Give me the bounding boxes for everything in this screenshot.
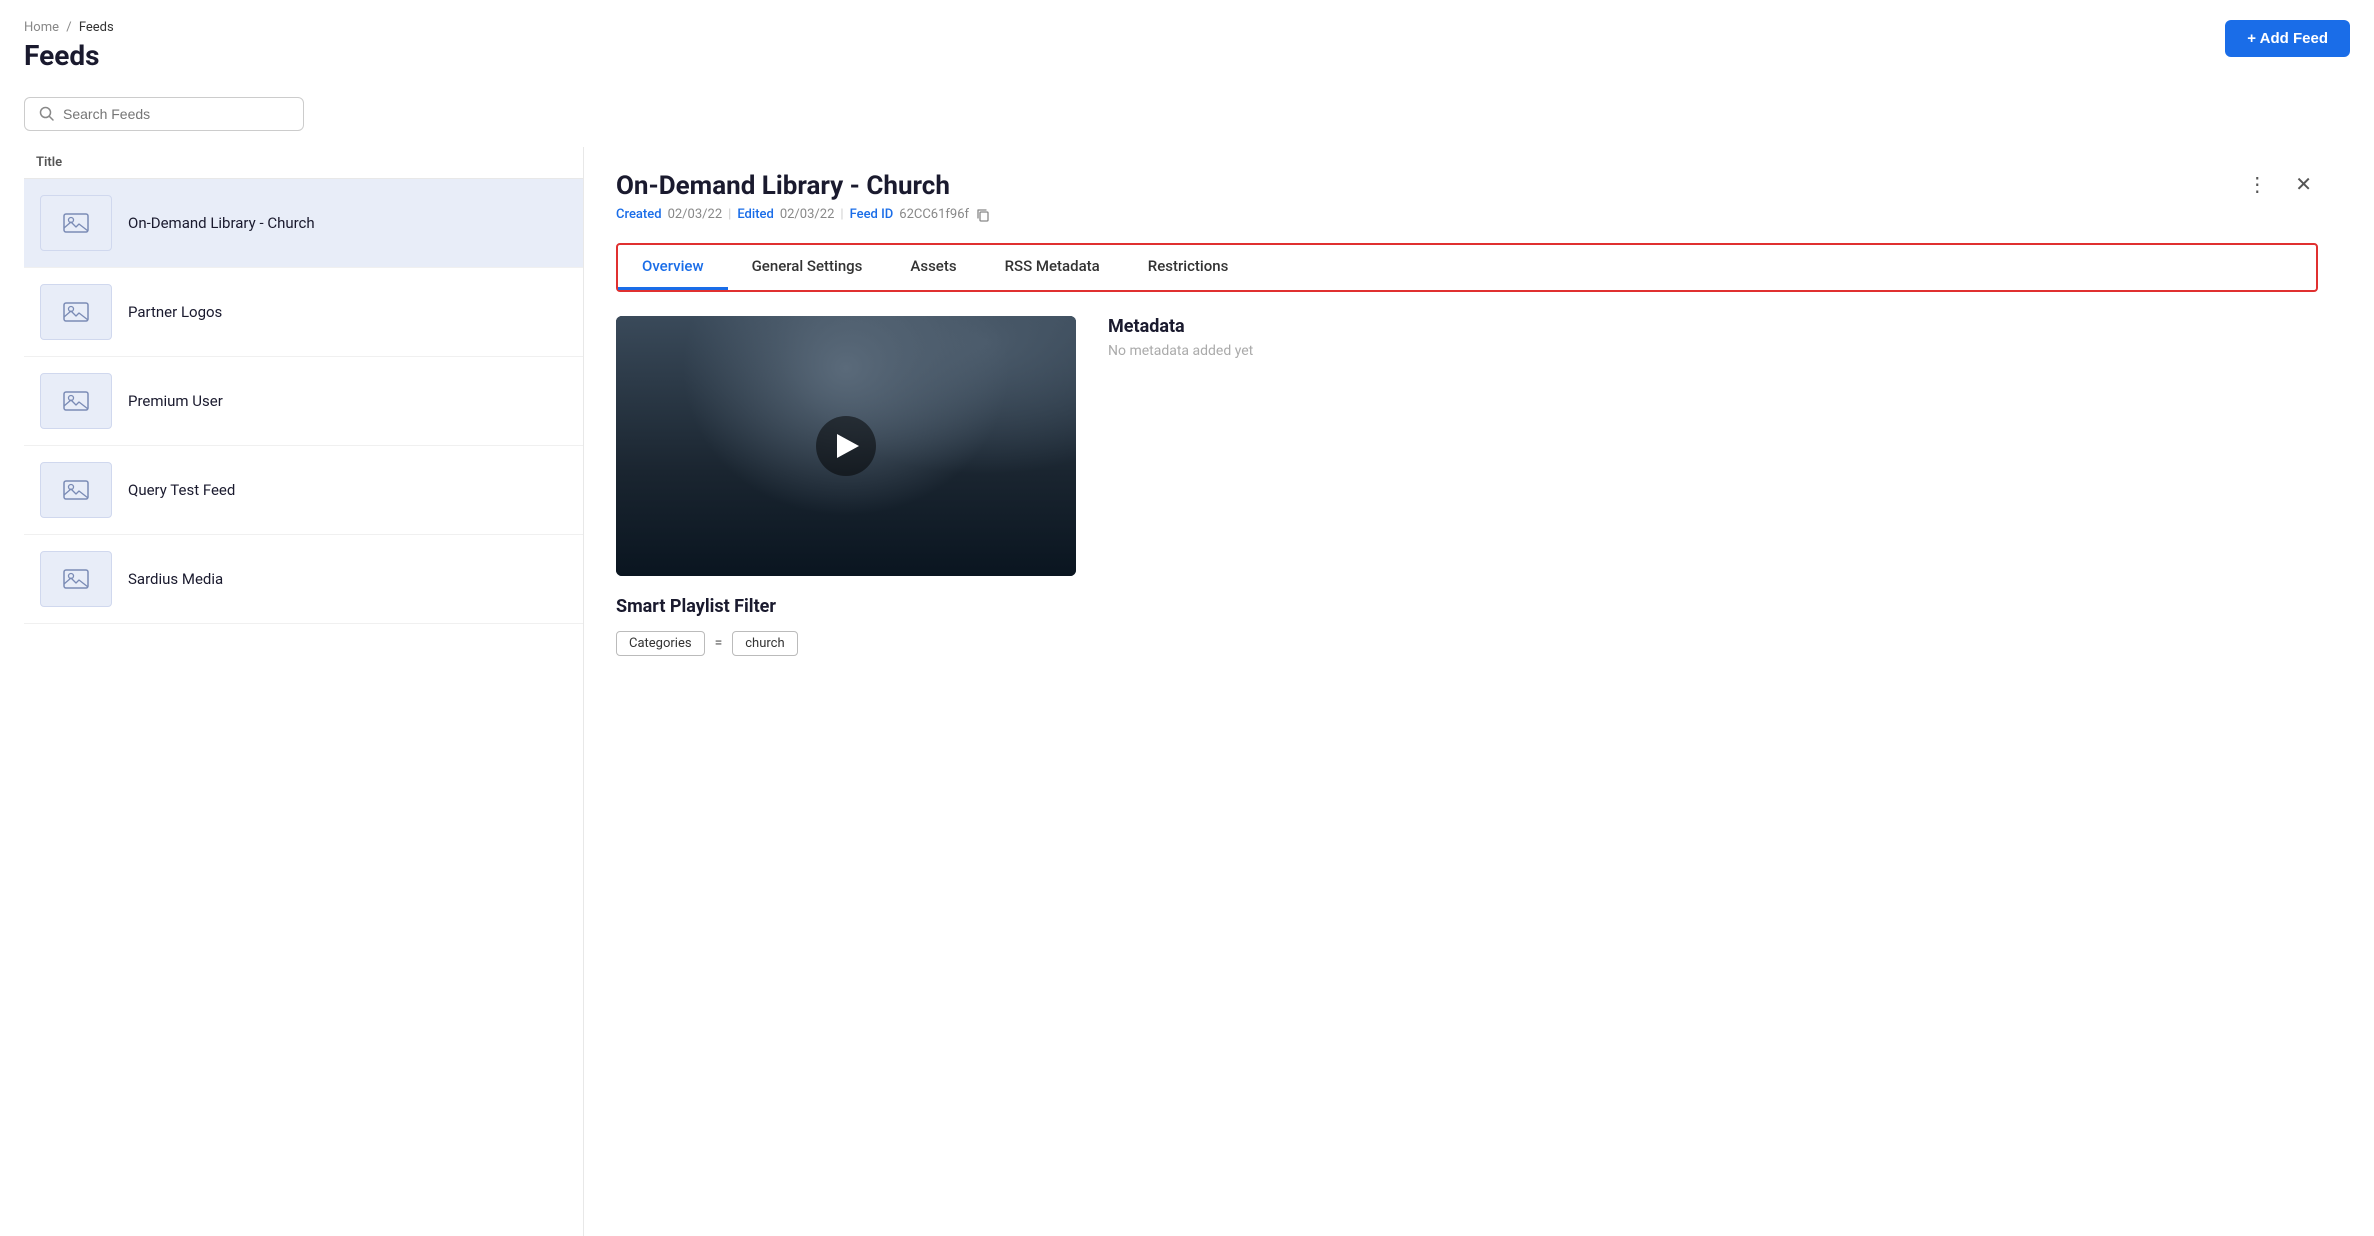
breadcrumb: Home / Feeds [24,20,114,35]
search-section [24,97,2350,131]
feed-list-item[interactable]: Sardius Media [24,535,583,624]
feed-thumbnail [40,462,112,518]
detail-header: On-Demand Library - Church ⋮ ✕ [616,171,2318,201]
detail-meta: Created 02/03/22 | Edited 02/03/22 | Fee… [616,207,2318,223]
feed-list-item[interactable]: Query Test Feed [24,446,583,535]
feed-list-item[interactable]: Premium User [24,357,583,446]
tab-rss-metadata[interactable]: RSS Metadata [981,245,1124,290]
page-title: Feeds [24,39,114,73]
detail-actions: ⋮ ✕ [2241,171,2318,199]
edited-label: Edited [737,207,773,222]
feed-list-panel: Title On-Demand Library - Church Partn [24,147,584,1236]
copy-feed-id-button[interactable] [975,207,991,223]
filter-operator: = [715,635,723,651]
video-section: Smart Playlist Filter Categories = churc… [616,316,1076,656]
metadata-section-title: Metadata [1108,316,2318,337]
search-box [24,97,304,131]
page-header: Home / Feeds Feeds + Add Feed [24,20,2350,73]
filter-row: Categories = church [616,631,1076,656]
image-icon [62,567,90,591]
close-button[interactable]: ✕ [2289,171,2318,199]
add-feed-button[interactable]: + Add Feed [2225,20,2350,57]
play-button[interactable] [816,416,876,476]
playlist-title: Smart Playlist Filter [616,596,1076,617]
detail-title: On-Demand Library - Church [616,171,950,201]
feed-item-title: On-Demand Library - Church [128,214,315,232]
image-icon [62,478,90,502]
playlist-section: Smart Playlist Filter Categories = churc… [616,596,1076,656]
search-input[interactable] [63,106,289,122]
main-content: Title On-Demand Library - Church Partn [24,147,2350,1236]
more-options-button[interactable]: ⋮ [2241,171,2273,199]
feed-item-title: Query Test Feed [128,481,235,499]
feed-items-container: On-Demand Library - Church Partner Logos… [24,179,583,624]
tab-restrictions[interactable]: Restrictions [1124,245,1253,290]
image-icon [62,300,90,324]
meta-sep-2: | [840,207,843,222]
filter-value-tag: church [732,631,797,656]
filter-key-tag: Categories [616,631,705,656]
meta-sep-1: | [728,207,731,222]
header-left: Home / Feeds Feeds [24,20,114,73]
created-value: 02/03/22 [668,207,723,222]
metadata-panel: Metadata No metadata added yet [1108,316,2318,359]
image-icon [62,211,90,235]
feed-list-item[interactable]: On-Demand Library - Church [24,179,583,268]
list-column-header: Title [24,147,583,179]
feed-thumbnail [40,373,112,429]
search-icon [39,106,55,122]
breadcrumb-separator: / [66,20,71,35]
feed-thumbnail [40,551,112,607]
tabs: OverviewGeneral SettingsAssetsRSS Metada… [618,245,2316,290]
metadata-empty-text: No metadata added yet [1108,343,2318,359]
feed-id-value: 62CC61f96f [899,207,969,222]
tab-general-settings[interactable]: General Settings [728,245,887,290]
tabs-container: OverviewGeneral SettingsAssetsRSS Metada… [616,243,2318,292]
feed-item-title: Premium User [128,392,223,410]
play-triangle-icon [837,434,859,458]
edited-value: 02/03/22 [780,207,835,222]
feed-thumbnail [40,195,112,251]
feed-id-label: Feed ID [850,207,894,222]
breadcrumb-current: Feeds [79,20,114,35]
overview-content: Smart Playlist Filter Categories = churc… [616,316,2318,656]
video-thumbnail [616,316,1076,576]
feed-thumbnail [40,284,112,340]
tab-assets[interactable]: Assets [886,245,980,290]
copy-icon [975,207,991,223]
feed-list-item[interactable]: Partner Logos [24,268,583,357]
feed-item-title: Partner Logos [128,303,222,321]
tab-overview[interactable]: Overview [618,245,728,290]
image-icon [62,389,90,413]
created-label: Created [616,207,662,222]
feed-item-title: Sardius Media [128,570,223,588]
breadcrumb-home[interactable]: Home [24,20,59,35]
detail-panel: On-Demand Library - Church ⋮ ✕ Created 0… [584,147,2350,1236]
